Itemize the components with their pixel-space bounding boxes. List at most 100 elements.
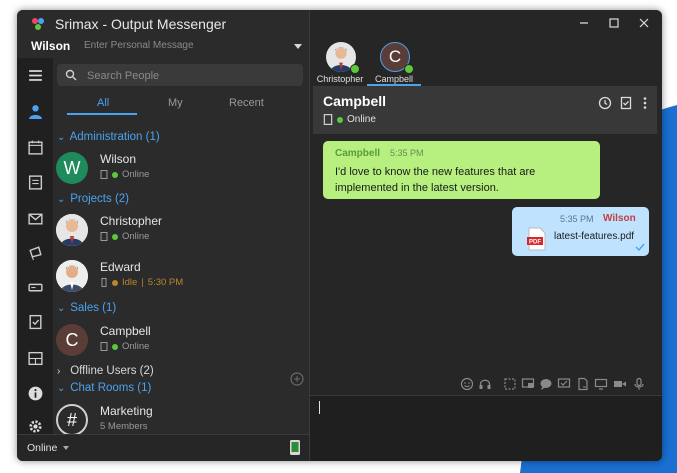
group-offline-users[interactable]: › Offline Users (2)	[57, 365, 154, 381]
online-dot	[337, 116, 343, 123]
room-members: 5 Members	[100, 421, 148, 432]
notes-icon[interactable]	[25, 172, 45, 192]
headset-icon[interactable]	[478, 377, 492, 391]
contacts-panel: All My Recent ⌄ Administration (1) W Wil…	[53, 58, 309, 436]
desktop-icon	[100, 232, 108, 241]
message-input[interactable]	[318, 400, 658, 460]
tab-recent[interactable]: Recent	[229, 97, 264, 109]
hashtag-icon: #	[56, 404, 88, 436]
chat-bubble-icon[interactable]	[539, 377, 553, 391]
chevron-down-icon: ⌄	[57, 383, 66, 394]
group-label: Sales (1)	[70, 302, 117, 314]
chat-reply-icon[interactable]	[557, 377, 571, 391]
search-icon	[65, 69, 77, 81]
message-incoming[interactable]: Campbell 5:35 PM I'd love to know the ne…	[323, 141, 600, 199]
chat-contact-name: Campbell	[323, 93, 387, 109]
active-tab-indicator	[67, 113, 137, 115]
screenshot-icon[interactable]	[503, 377, 517, 391]
settings-icon[interactable]	[25, 416, 45, 436]
group-projects[interactable]: ⌄ Projects (2)	[57, 193, 129, 209]
emoji-icon[interactable]	[460, 377, 474, 391]
search-box	[57, 64, 303, 86]
close-icon[interactable]	[638, 17, 650, 29]
contact-filter-tabs: All My Recent	[53, 94, 309, 115]
personal-message-field[interactable]: Enter Personal Message	[84, 40, 194, 51]
message-text: I'd love to know the new features that a…	[335, 166, 536, 194]
tab-all[interactable]: All	[97, 97, 109, 109]
group-label: Chat Rooms (1)	[70, 382, 152, 394]
drive-icon[interactable]	[25, 276, 45, 296]
group-label: Projects (2)	[70, 193, 129, 205]
title-bar: Srimax - Output Messenger	[17, 10, 309, 36]
status-dropdown[interactable]: Online	[27, 442, 70, 454]
contact-christopher[interactable]: Christopher Online	[53, 210, 309, 254]
contact-campbell[interactable]: C Campbell Online	[53, 320, 309, 364]
board-icon[interactable]	[25, 348, 45, 368]
video-icon[interactable]	[613, 377, 627, 391]
contact-name: Wilson	[100, 152, 137, 166]
delivered-check-icon	[635, 243, 645, 251]
tab-my[interactable]: My	[168, 97, 183, 109]
contact-wilson[interactable]: W Wilson Online	[53, 148, 309, 192]
current-user-name: Wilson	[31, 39, 71, 53]
contact-status: Online	[100, 341, 149, 352]
avatar: C	[56, 324, 88, 356]
mobile-icon	[101, 278, 107, 287]
chat-header: Campbell Online	[313, 86, 657, 134]
info-icon[interactable]	[25, 383, 45, 403]
add-chat-room-icon[interactable]	[290, 372, 304, 386]
online-dot	[350, 64, 360, 74]
composer-toolbar	[460, 377, 660, 393]
voice-icon[interactable]	[632, 377, 646, 391]
chevron-right-icon: ›	[57, 366, 61, 377]
avatar: W	[56, 152, 88, 184]
chevron-down-icon	[63, 446, 70, 451]
app-title: Srimax - Output Messenger	[55, 16, 227, 32]
text-cursor	[319, 401, 320, 414]
mobile-app-icon[interactable]	[289, 439, 301, 456]
search-input[interactable]	[85, 66, 299, 86]
user-menu-dropdown-icon[interactable]	[294, 44, 302, 49]
chat-tab-campbell[interactable]: C Campbell	[367, 40, 421, 86]
chat-contact-status: Online	[323, 114, 376, 125]
message-outgoing[interactable]: 5:35 PM Wilson PDF latest-features.pdf	[512, 207, 649, 256]
left-panel: Srimax - Output Messenger Wilson Enter P…	[17, 10, 309, 461]
minimize-icon[interactable]	[578, 17, 590, 29]
idle-dot	[112, 279, 118, 286]
maximize-icon[interactable]	[608, 17, 620, 29]
tasks-icon[interactable]	[619, 96, 633, 110]
chevron-down-icon: ⌄	[57, 132, 66, 143]
contacts-icon[interactable]	[25, 101, 45, 121]
menu-icon[interactable]	[25, 65, 45, 85]
room-name: Marketing	[100, 404, 153, 418]
online-dot	[112, 171, 118, 178]
group-administration[interactable]: ⌄ Administration (1)	[57, 131, 160, 147]
avatar	[56, 214, 88, 246]
attachment-filename[interactable]: latest-features.pdf	[554, 231, 634, 242]
online-dot	[112, 233, 118, 240]
file-send-icon[interactable]	[576, 377, 590, 391]
svg-text:PDF: PDF	[529, 240, 541, 246]
calendar-icon[interactable]	[25, 137, 45, 157]
contact-edward[interactable]: Edward Idle | 5:30 PM	[53, 256, 309, 300]
message-sender: Campbell	[335, 148, 381, 159]
screen-share-icon[interactable]	[521, 377, 535, 391]
status-bar: Online	[17, 434, 309, 461]
contact-name: Edward	[100, 260, 141, 274]
screen-icon[interactable]	[594, 377, 608, 391]
chat-tab-christopher[interactable]: Christopher	[313, 40, 367, 86]
desktop-icon	[100, 170, 108, 179]
desktop-icon	[323, 114, 333, 125]
tasks-icon[interactable]	[25, 311, 45, 331]
online-dot	[112, 343, 118, 350]
more-options-icon[interactable]	[638, 96, 652, 110]
contact-status: Online	[100, 169, 149, 180]
history-icon[interactable]	[598, 96, 612, 110]
group-sales[interactable]: ⌄ Sales (1)	[57, 302, 116, 318]
chevron-down-icon: ⌄	[57, 194, 66, 205]
announcement-icon[interactable]	[25, 242, 45, 262]
mail-icon[interactable]	[25, 208, 45, 228]
group-chat-rooms[interactable]: ⌄ Chat Rooms (1)	[57, 382, 151, 398]
contact-name: Campbell	[100, 324, 151, 338]
desktop-icon	[100, 342, 108, 351]
